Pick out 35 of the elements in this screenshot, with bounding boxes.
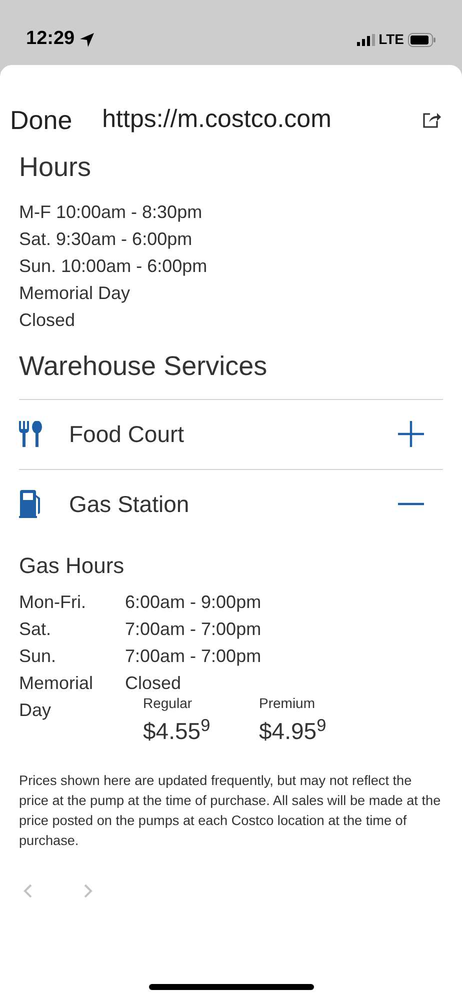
hours-line: Sat. 9:30am - 6:00pm [19, 228, 194, 252]
section-heading: Hours [19, 151, 92, 184]
hours-line: M-F 10:00am - 8:30pm [19, 201, 204, 224]
url-text: https://m.costco.com [102, 104, 332, 136]
battery-icon [408, 32, 436, 46]
signal-icon [356, 34, 375, 46]
network-label: LTE [378, 30, 404, 49]
hours-value: 7:00am - 7:00pm [125, 645, 262, 668]
day-label: Sat. [19, 618, 52, 642]
expand-icon[interactable] [397, 421, 425, 448]
day-label: Sun. [19, 645, 58, 668]
service-label[interactable]: Food Court [69, 417, 184, 452]
disclaimer-text: Prices shown here are updated frequently, but may not reflect the price at the pump at the time of purchase. All sales will be made at the price posted on the pumps at each Costco location at the time of purchase. [19, 772, 442, 850]
grade-label: Regular [143, 694, 194, 714]
clock-time: 12:29 [26, 27, 75, 52]
gas-hours-heading: Gas Hours [19, 552, 126, 580]
day-label: Memorial [19, 672, 94, 696]
price-value: $4.95$^{9}$ [259, 714, 328, 746]
share-icon[interactable] [422, 111, 442, 129]
price-value: $4.55$^{9}$ [143, 714, 212, 746]
hours-line: Closed [19, 309, 76, 332]
day-label: Mon-Fri. [19, 591, 87, 614]
day-label: Day [19, 699, 52, 722]
section-heading: Warehouse Services [19, 350, 268, 383]
done-button[interactable]: Done [10, 100, 72, 140]
hours-value: Closed [125, 672, 182, 696]
location-arrow-icon [78, 32, 95, 48]
hours-value: 6:00am - 9:00pm [125, 591, 262, 614]
hours-line: Memorial Day [19, 282, 132, 306]
hours-value: 7:00am - 7:00pm [125, 618, 262, 642]
fork-spoon-icon [19, 421, 43, 448]
fuel-pump-icon [19, 490, 43, 518]
hours-line: Sun. 10:00am - 6:00pm [19, 255, 208, 278]
grade-label: Premium [259, 694, 316, 714]
service-label[interactable]: Gas Station [69, 487, 190, 522]
